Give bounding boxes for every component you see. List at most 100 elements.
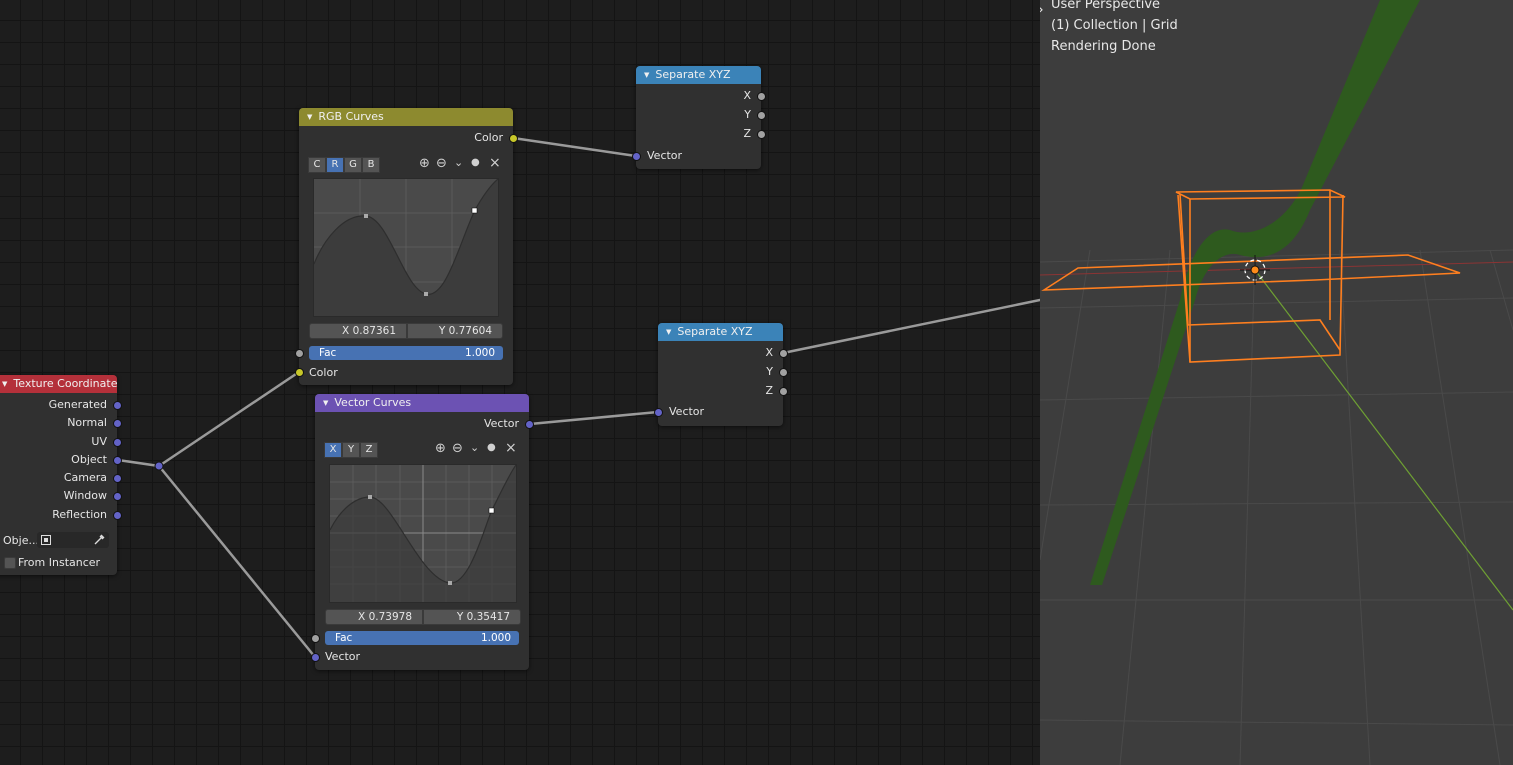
node-title: Separate XYZ: [655, 68, 731, 81]
channel-tabs: C R G B: [308, 157, 380, 173]
socket-color-in[interactable]: [295, 368, 304, 377]
output-object: Object: [71, 453, 107, 466]
clip-toggle-icon[interactable]: ●: [487, 442, 496, 453]
close-icon[interactable]: ×: [505, 440, 517, 456]
object-label: Obje...: [3, 534, 39, 547]
object-field[interactable]: [37, 532, 109, 548]
tab-z[interactable]: Z: [360, 442, 378, 458]
collapse-icon[interactable]: ▼: [323, 394, 328, 412]
input-vector-label: Vector: [647, 149, 683, 162]
fac-slider[interactable]: Fac 1.000: [325, 631, 519, 645]
socket-camera[interactable]: [113, 474, 122, 483]
link-reroute-to-rgb: [157, 370, 301, 468]
link-object-to-reroute: [116, 458, 161, 468]
object-icon: [41, 535, 51, 545]
socket-color-out[interactable]: [509, 134, 518, 143]
fac-label: Fac: [319, 347, 337, 359]
node-title: Texture Coordinate: [13, 377, 118, 390]
socket-window[interactable]: [113, 492, 122, 501]
output-y-label: Y: [766, 365, 773, 378]
output-y-label: Y: [744, 108, 751, 121]
collapse-icon[interactable]: ▼: [644, 66, 649, 84]
link-rgb-color-to-separate1: [511, 136, 638, 158]
point-x-field[interactable]: X 0.87361: [309, 323, 407, 339]
collapse-icon[interactable]: ▼: [307, 108, 312, 126]
socket-normal[interactable]: [113, 419, 122, 428]
fac-label: Fac: [335, 632, 353, 644]
viewport-toggle-icon[interactable]: ›: [1040, 2, 1044, 18]
chevron-down-icon[interactable]: ⌄: [454, 156, 463, 169]
output-generated: Generated: [48, 398, 107, 411]
rgb-curves-node[interactable]: ▼ RGB Curves Color C R G B ⊕ ⊖ ⌄ ● × X 0…: [295, 108, 518, 385]
node-editor[interactable]: ▼ Texture Coordinate Generated Normal UV …: [0, 0, 1040, 765]
eyedropper-icon[interactable]: [93, 534, 105, 546]
point-y-field[interactable]: Y 0.35417: [423, 609, 521, 625]
socket-vector-in[interactable]: [311, 653, 320, 662]
collapse-icon[interactable]: ▼: [2, 375, 7, 393]
tab-y[interactable]: Y: [342, 442, 360, 458]
socket-vector-out[interactable]: [525, 420, 534, 429]
vector-curve-graph[interactable]: [329, 464, 517, 603]
output-uv: UV: [91, 435, 107, 448]
zoom-out-icon[interactable]: ⊖: [436, 156, 447, 171]
point-x-field[interactable]: X 0.73978: [325, 609, 423, 625]
render-status: Rendering Done: [1051, 39, 1156, 54]
separate-xyz-node-2[interactable]: ▼ Separate XYZ X Y Z Vector: [654, 323, 788, 426]
tab-x[interactable]: X: [324, 442, 342, 458]
socket-z-out[interactable]: [779, 387, 788, 396]
socket-object[interactable]: [113, 456, 122, 465]
socket-x-out[interactable]: [779, 349, 788, 358]
zoom-in-icon[interactable]: ⊕: [419, 156, 430, 171]
collection-info: (1) Collection | Grid: [1051, 18, 1178, 33]
link-reroute-to-vector: [157, 464, 317, 659]
from-instancer-label: From Instancer: [18, 556, 101, 569]
socket-reflection[interactable]: [113, 511, 122, 520]
texture-coordinate-node[interactable]: ▼ Texture Coordinate Generated Normal UV …: [0, 375, 122, 575]
socket-generated[interactable]: [113, 401, 122, 410]
output-x-label: X: [765, 346, 773, 359]
chevron-down-icon[interactable]: ⌄: [470, 441, 479, 454]
socket-vector-in[interactable]: [654, 408, 663, 417]
zoom-in-icon[interactable]: ⊕: [435, 441, 446, 456]
collapse-icon[interactable]: ▼: [666, 323, 671, 341]
point-y-field[interactable]: Y 0.77604: [407, 323, 503, 339]
reroute-node: [154, 461, 164, 471]
tab-b[interactable]: B: [362, 157, 380, 173]
axis-tabs: X Y Z: [324, 442, 378, 458]
rgb-curves-header[interactable]: ▼ RGB Curves: [299, 108, 513, 126]
output-normal: Normal: [67, 416, 107, 429]
from-instancer-checkbox[interactable]: [4, 557, 16, 569]
socket-z-out[interactable]: [757, 130, 766, 139]
tab-c[interactable]: C: [308, 157, 326, 173]
socket-x-out[interactable]: [757, 92, 766, 101]
socket-uv[interactable]: [113, 438, 122, 447]
input-vector-label: Vector: [669, 405, 705, 418]
socket-fac-in[interactable]: [295, 349, 304, 358]
tab-g[interactable]: G: [344, 157, 362, 173]
output-window: Window: [63, 489, 107, 502]
separate-xyz-node-1[interactable]: ▼ Separate XYZ X Y Z Vector: [632, 66, 766, 169]
tab-r[interactable]: R: [326, 157, 344, 173]
fac-slider[interactable]: Fac 1.000: [309, 346, 503, 360]
texture-coordinate-header[interactable]: ▼ Texture Coordinate: [0, 375, 117, 393]
clip-toggle-icon[interactable]: ●: [471, 157, 480, 168]
socket-fac-in[interactable]: [311, 634, 320, 643]
socket-vector-in[interactable]: [632, 152, 641, 161]
output-z-label: Z: [765, 384, 773, 397]
zoom-out-icon[interactable]: ⊖: [452, 441, 463, 456]
3d-viewport[interactable]: › User Perspective (1) Collection | Grid…: [1040, 0, 1513, 765]
separate-xyz-header[interactable]: ▼ Separate XYZ: [636, 66, 761, 84]
output-camera: Camera: [63, 471, 107, 484]
vector-curves-header[interactable]: ▼ Vector Curves: [315, 394, 529, 412]
socket-y-out[interactable]: [757, 111, 766, 120]
rgb-curve-graph[interactable]: [313, 178, 499, 317]
fac-value: 1.000: [480, 632, 511, 644]
node-title: Vector Curves: [334, 396, 412, 409]
node-title: Separate XYZ: [677, 325, 753, 338]
input-color-label: Color: [309, 366, 338, 379]
close-icon[interactable]: ×: [489, 155, 501, 171]
separate-xyz-header[interactable]: ▼ Separate XYZ: [658, 323, 783, 341]
socket-y-out[interactable]: [779, 368, 788, 377]
output-color-label: Color: [474, 131, 503, 144]
vector-curves-node[interactable]: ▼ Vector Curves Vector X Y Z ⊕ ⊖ ⌄ ● × X…: [311, 394, 534, 670]
